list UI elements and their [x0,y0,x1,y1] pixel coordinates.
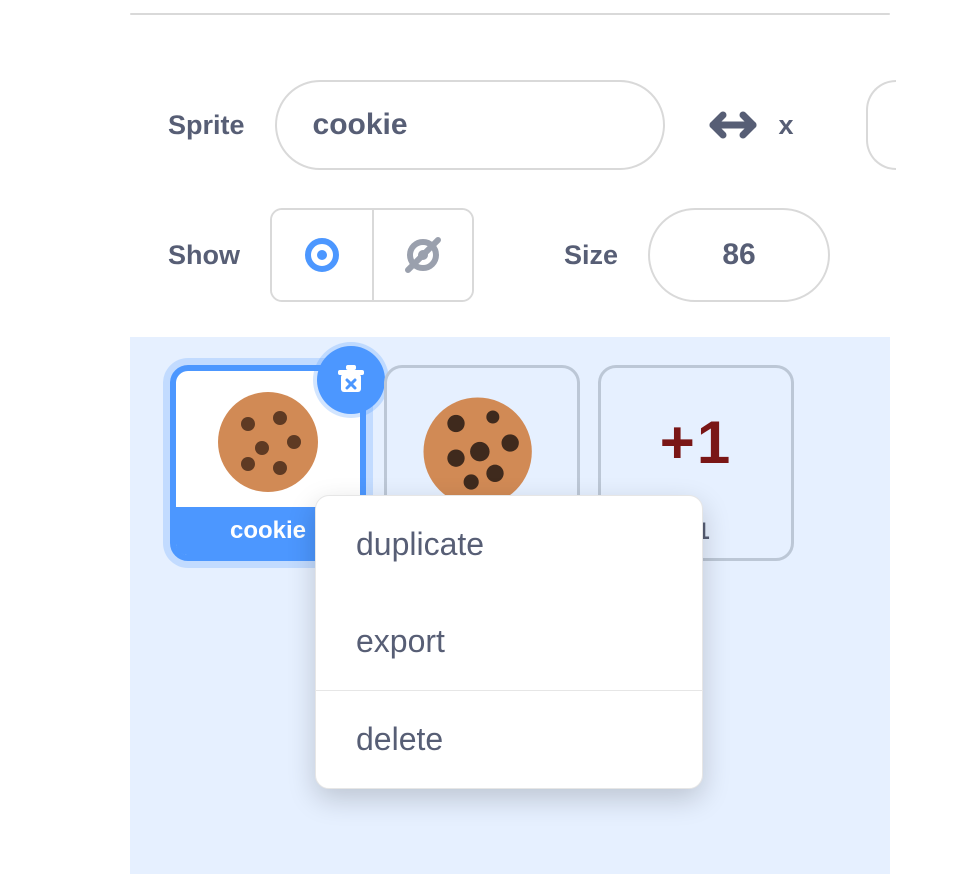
show-visible-button[interactable] [272,210,372,300]
sprite-context-menu: duplicate export delete [315,495,703,789]
context-menu-delete[interactable]: delete [316,691,702,788]
context-menu-duplicate[interactable]: duplicate [316,496,702,593]
x-arrows-icon [705,107,761,143]
cookie-icon [208,382,328,502]
sprite-name-label: Sprite [168,110,245,141]
x-axis-label: x [779,110,794,141]
eye-closed-icon [400,232,446,278]
trash-icon [331,360,371,400]
size-label: Size [564,240,618,271]
x-value-input-edge[interactable] [866,80,896,170]
show-hidden-button[interactable] [372,210,472,300]
eye-open-icon [299,232,345,278]
context-menu-export[interactable]: export [316,593,702,690]
size-input[interactable] [648,208,830,302]
show-label: Show [168,240,240,271]
panel-divider [130,13,890,15]
sprite-name-row: Sprite x [168,80,794,170]
show-size-row: Show Size [168,208,830,302]
delete-sprite-badge[interactable] [317,346,385,414]
visibility-toggle-group [270,208,474,302]
plus1-text-icon: +1 [660,408,732,477]
sprite-thumbnail: +1 [601,368,791,510]
sprite-name-input[interactable] [275,80,665,170]
